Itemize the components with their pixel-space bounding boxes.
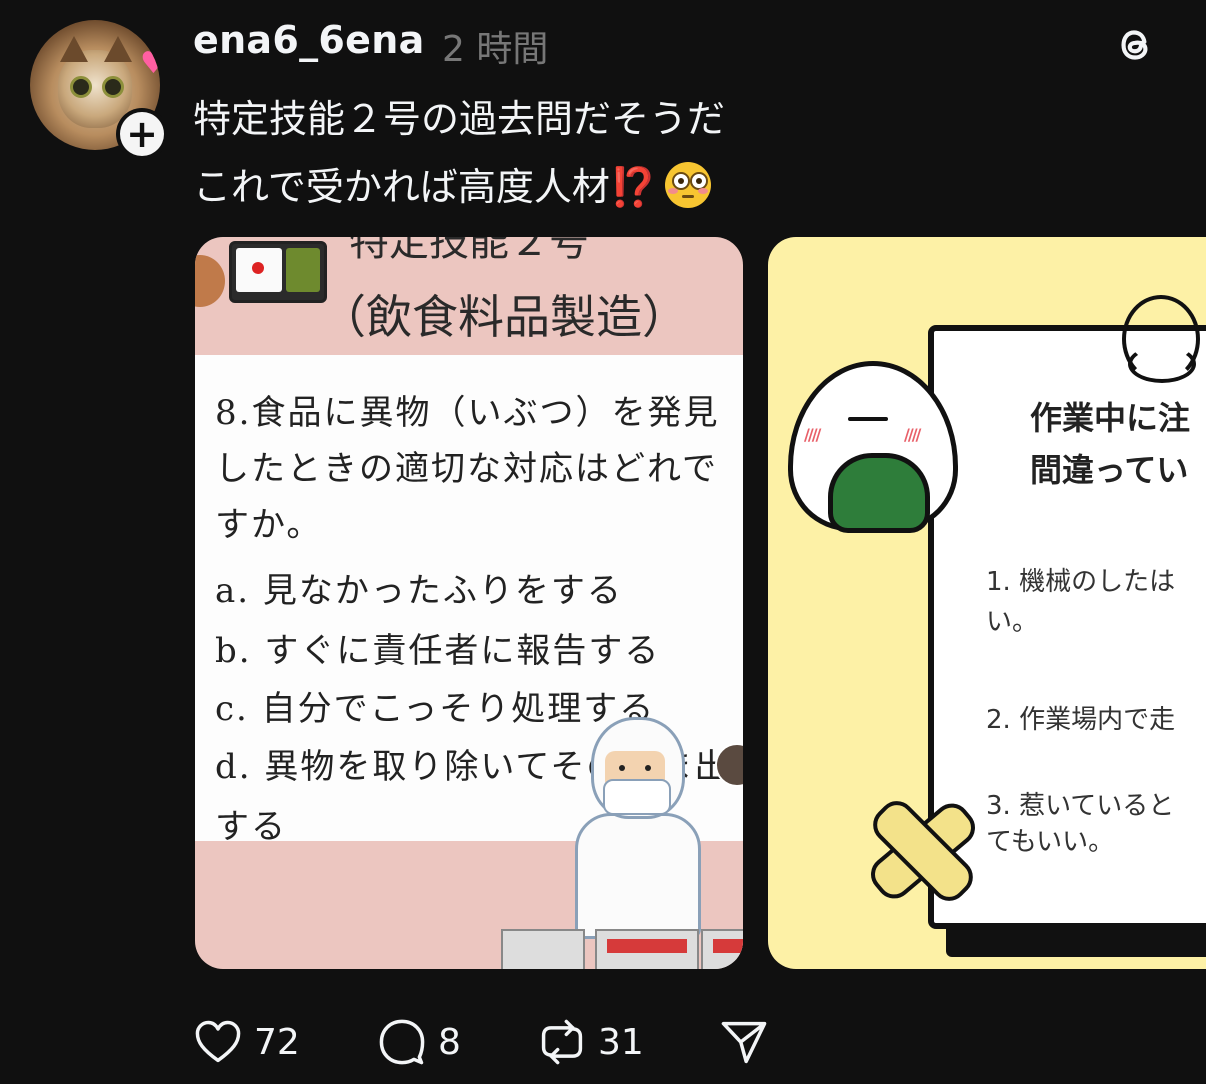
repost-count: 31 (598, 1021, 644, 1063)
paper-item: てもいい。 (986, 827, 1115, 857)
plus-icon: + (120, 112, 164, 156)
caption-line-2: これで受かれば高度人材⁉️ (193, 156, 712, 211)
caption-line-1: 特定技能２号の過去問だそうだ (193, 97, 726, 141)
paper-title-line: 作業中に注 (1030, 399, 1191, 437)
tray-illustration (595, 929, 699, 969)
tray-illustration (701, 929, 743, 969)
repost-button[interactable]: 31 (536, 1012, 644, 1072)
username[interactable]: ena6_6ena (193, 18, 425, 62)
tray-illustration (501, 929, 585, 969)
question-line: したときの適切な対応はどれで (215, 449, 718, 489)
option-b: b. すぐに責任者に報告する (215, 631, 661, 671)
image-card-2[interactable]: 作業中に注 間違ってい 1. 機械のしたは い。 2. 作業場内で走 3. 惹い… (768, 237, 1206, 969)
flushed-face-emoji (665, 162, 712, 208)
speech-bubble-icon (379, 1019, 425, 1065)
heart-icon (195, 1020, 241, 1063)
ribbon-illustration (1128, 345, 1196, 383)
paper-item: 3. 惹いていると (986, 791, 1175, 821)
question-line: すか。 (215, 505, 323, 545)
send-icon (721, 1021, 767, 1064)
paper-item: 2. 作業場内で走 (986, 705, 1176, 735)
threads-logo-icon[interactable] (1110, 20, 1160, 70)
food-worker-illustration (575, 717, 701, 939)
cat-photo (58, 36, 132, 128)
exclamation-question-emoji: ⁉️ (609, 165, 658, 209)
card1-top-title: 特定技能２号 (349, 237, 589, 265)
paper-item: い。 (986, 607, 1039, 637)
paper-title-line: 間違ってい (1030, 451, 1189, 489)
like-count: 72 (254, 1021, 300, 1063)
post-time: 2 時間 (442, 29, 549, 70)
repost-icon (541, 1019, 583, 1065)
caption-text: これで受かれば高度人材 (193, 165, 610, 209)
reply-count: 8 (438, 1021, 461, 1063)
option-d-continued: する (215, 807, 287, 847)
like-button[interactable]: 72 (192, 1012, 300, 1072)
image-card-1[interactable]: 特定技能２号 （飲食料品製造） 8.食品に異物（いぶつ）を発見 したときの適切な… (195, 237, 743, 969)
option-a: a. 見なかったふりをする (215, 571, 623, 611)
heart-sticker-icon: ♥ (140, 46, 160, 81)
follow-button[interactable]: + (116, 108, 168, 160)
paper-item: 1. 機械のしたは (986, 567, 1176, 597)
share-button[interactable] (718, 1012, 770, 1072)
card1-title: （飲食料品製造） (320, 290, 688, 344)
reply-button[interactable]: 8 (376, 1012, 461, 1072)
onigiri-illustration: //// //// (788, 361, 958, 533)
question-line: 8.食品に異物（いぶつ）を発見 (215, 393, 720, 433)
